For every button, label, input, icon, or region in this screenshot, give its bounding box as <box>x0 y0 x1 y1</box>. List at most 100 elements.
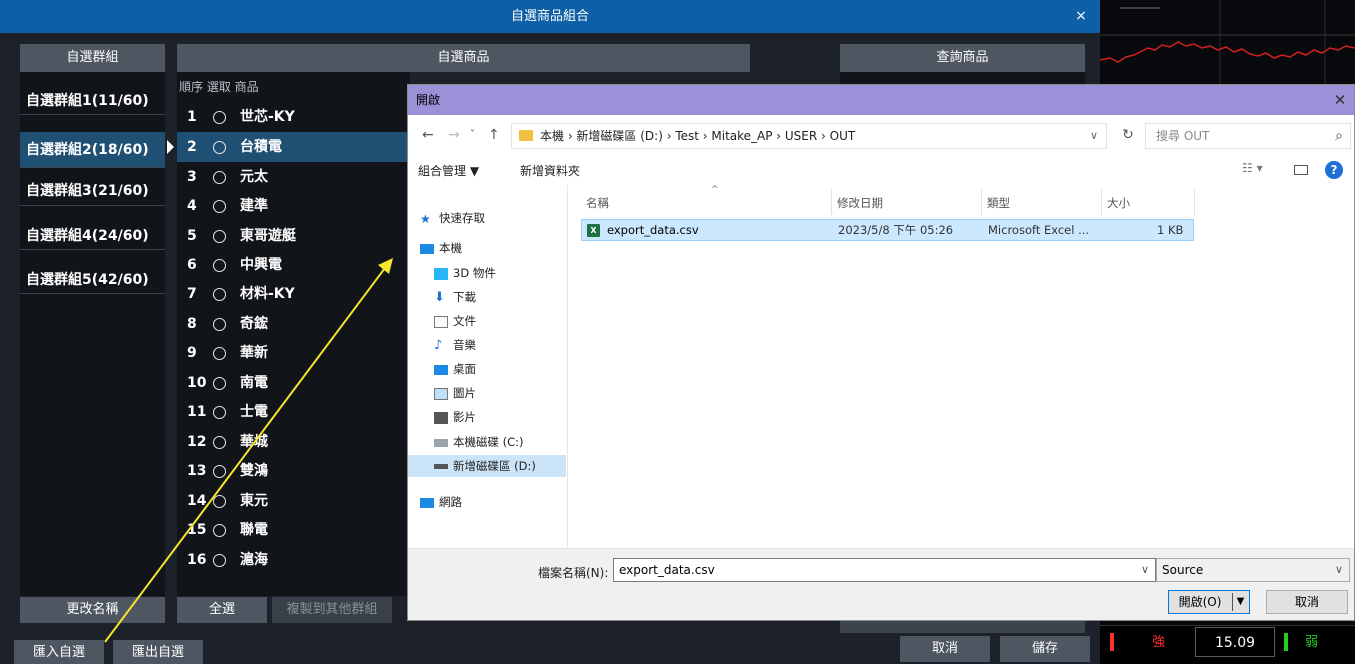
stock-name: 建準 <box>240 198 268 214</box>
stock-row[interactable]: 6 中興電 <box>177 250 410 280</box>
group-item-selected[interactable]: 自選群組2(18/60) <box>20 132 165 168</box>
window-close-icon[interactable]: × <box>1070 0 1092 33</box>
stock-row[interactable]: 16 滬海 <box>177 545 410 575</box>
dialog-close-icon[interactable]: ✕ <box>1328 85 1352 115</box>
file-type-value: Source <box>1162 563 1204 577</box>
address-bar[interactable]: 本機 › 新增磁碟區 (D:) › Test › Mitake_AP › USE… <box>511 123 1107 149</box>
stock-row[interactable]: 1 世芯-KY <box>177 102 410 132</box>
select-radio[interactable] <box>213 495 226 508</box>
group-item[interactable]: 自選群組3(21/60) <box>20 176 165 206</box>
select-radio[interactable] <box>213 377 226 390</box>
nav-item-videos[interactable]: 影片 <box>434 406 476 428</box>
organize-menu[interactable]: 組合管理 ▼ <box>418 162 479 179</box>
new-folder-button[interactable]: 新增資料夾 <box>520 162 580 179</box>
save-button[interactable]: 儲存 <box>1000 636 1090 662</box>
nav-item-this-pc[interactable]: 本機 <box>420 237 462 259</box>
column-header-name[interactable]: 名稱 <box>586 195 609 211</box>
nav-item-desktop[interactable]: 桌面 <box>434 358 476 380</box>
import-button[interactable]: 匯入自選 <box>14 640 104 664</box>
open-dropdown-icon[interactable]: ▼ <box>1232 593 1248 611</box>
select-radio[interactable] <box>213 111 226 124</box>
select-radio[interactable] <box>213 436 226 449</box>
stock-order: 4 <box>187 198 197 214</box>
nav-item-3d-objects[interactable]: 3D 物件 <box>434 262 496 284</box>
select-radio[interactable] <box>213 347 226 360</box>
back-arrow-icon[interactable]: ← <box>422 125 434 145</box>
group-item[interactable]: 自選群組4(24/60) <box>20 222 165 250</box>
copy-to-group-button[interactable]: 複製到其他群組 <box>272 597 392 623</box>
stock-row[interactable]: 5 東哥遊艇 <box>177 221 410 251</box>
column-header-modified[interactable]: 修改日期 <box>837 195 883 211</box>
help-icon[interactable]: ? <box>1325 161 1343 179</box>
export-button[interactable]: 匯出自選 <box>113 640 203 664</box>
search-input[interactable]: 搜尋 OUT ⌕ <box>1145 123 1351 149</box>
recent-dropdown-icon[interactable]: ˅ <box>470 125 475 145</box>
column-header-type[interactable]: 類型 <box>987 195 1010 211</box>
nav-item-drive-d[interactable]: 新增磁碟區 (D:) <box>408 455 566 477</box>
select-radio[interactable] <box>213 524 226 537</box>
group-item[interactable]: 自選群組5(42/60) <box>20 266 165 294</box>
stock-name: 奇鋐 <box>240 316 268 332</box>
stock-row[interactable]: 4 建準 <box>177 191 410 221</box>
dialog-toolbar: 組合管理 ▼ 新增資料夾 ☷ ▾ ? <box>408 155 1354 185</box>
stock-row[interactable]: 3 元太 <box>177 162 410 192</box>
chevron-down-icon[interactable]: ∨ <box>1335 559 1343 581</box>
select-radio[interactable] <box>213 318 226 331</box>
stock-row[interactable]: 7 材料-KY <box>177 279 410 309</box>
group-panel-title: 自選群組 <box>20 44 165 72</box>
stock-row[interactable]: 12 華城 <box>177 427 410 457</box>
select-radio[interactable] <box>213 230 226 243</box>
open-button[interactable]: 開啟(O) ▼ <box>1168 590 1250 614</box>
preview-pane-icon[interactable] <box>1294 165 1308 175</box>
file-type-select[interactable]: Source ∨ <box>1156 558 1350 582</box>
stock-row[interactable]: 8 奇鋐 <box>177 309 410 339</box>
up-arrow-icon[interactable]: ↑ <box>488 125 500 145</box>
nav-item-music[interactable]: ♪ 音樂 <box>434 334 476 356</box>
select-radio[interactable] <box>213 259 226 272</box>
chevron-down-icon[interactable]: ∨ <box>1141 559 1149 581</box>
refresh-icon[interactable]: ↻ <box>1115 123 1141 149</box>
dialog-cancel-button[interactable]: 取消 <box>1266 590 1348 614</box>
rename-button[interactable]: 更改名稱 <box>20 597 165 623</box>
file-modified: 2023/5/8 下午 05:26 <box>838 223 954 237</box>
stock-row[interactable]: 11 士電 <box>177 397 410 427</box>
group-item[interactable]: 自選群組1(11/60) <box>20 87 165 115</box>
select-radio[interactable] <box>213 288 226 301</box>
stock-row[interactable]: 14 東元 <box>177 486 410 516</box>
price-line <box>1100 41 1355 63</box>
nav-item-downloads[interactable]: ⬇ 下載 <box>434 286 476 308</box>
forward-arrow-icon[interactable]: → <box>448 125 460 145</box>
nav-item-network[interactable]: 網路 <box>420 491 462 513</box>
select-radio[interactable] <box>213 554 226 567</box>
stock-name: 世芯-KY <box>240 109 295 125</box>
computer-icon <box>420 243 434 254</box>
view-options-icon[interactable]: ☷ ▾ <box>1242 161 1263 175</box>
stock-row[interactable]: 10 南電 <box>177 368 410 398</box>
nav-item-documents[interactable]: 文件 <box>434 310 476 332</box>
select-radio[interactable] <box>213 200 226 213</box>
stock-row-selected[interactable]: 2 台積電 <box>177 132 410 162</box>
stock-row[interactable]: 9 華新 <box>177 338 410 368</box>
cancel-button[interactable]: 取消 <box>900 636 990 662</box>
select-all-button[interactable]: 全選 <box>177 597 267 623</box>
nav-item-pictures[interactable]: 圖片 <box>434 382 476 404</box>
select-radio[interactable] <box>213 406 226 419</box>
search-icon: ⌕ <box>1335 128 1343 144</box>
column-header-size[interactable]: 大小 <box>1107 195 1130 211</box>
stock-row[interactable]: 15 聯電 <box>177 515 410 545</box>
stock-name: 華新 <box>240 345 268 361</box>
nav-item-quick-access[interactable]: ★ 快速存取 <box>420 207 485 229</box>
music-icon: ♪ <box>434 337 443 353</box>
nav-item-drive-c[interactable]: 本機磁碟 (C:) <box>434 431 524 453</box>
column-divider <box>831 189 832 215</box>
select-radio[interactable] <box>213 465 226 478</box>
chevron-down-icon[interactable]: ∨ <box>1090 124 1098 148</box>
filename-input[interactable]: export_data.csv ∨ <box>613 558 1156 582</box>
file-row-selected[interactable]: X export_data.csv 2023/5/8 下午 05:26 Micr… <box>581 219 1194 241</box>
stock-name: 台積電 <box>240 139 282 155</box>
filename-area: 檔案名稱(N): export_data.csv ∨ Source ∨ 開啟(O… <box>408 548 1354 620</box>
file-type: Microsoft Excel ... <box>988 223 1090 237</box>
select-radio[interactable] <box>213 141 226 154</box>
stock-row[interactable]: 13 雙鴻 <box>177 456 410 486</box>
select-radio[interactable] <box>213 171 226 184</box>
